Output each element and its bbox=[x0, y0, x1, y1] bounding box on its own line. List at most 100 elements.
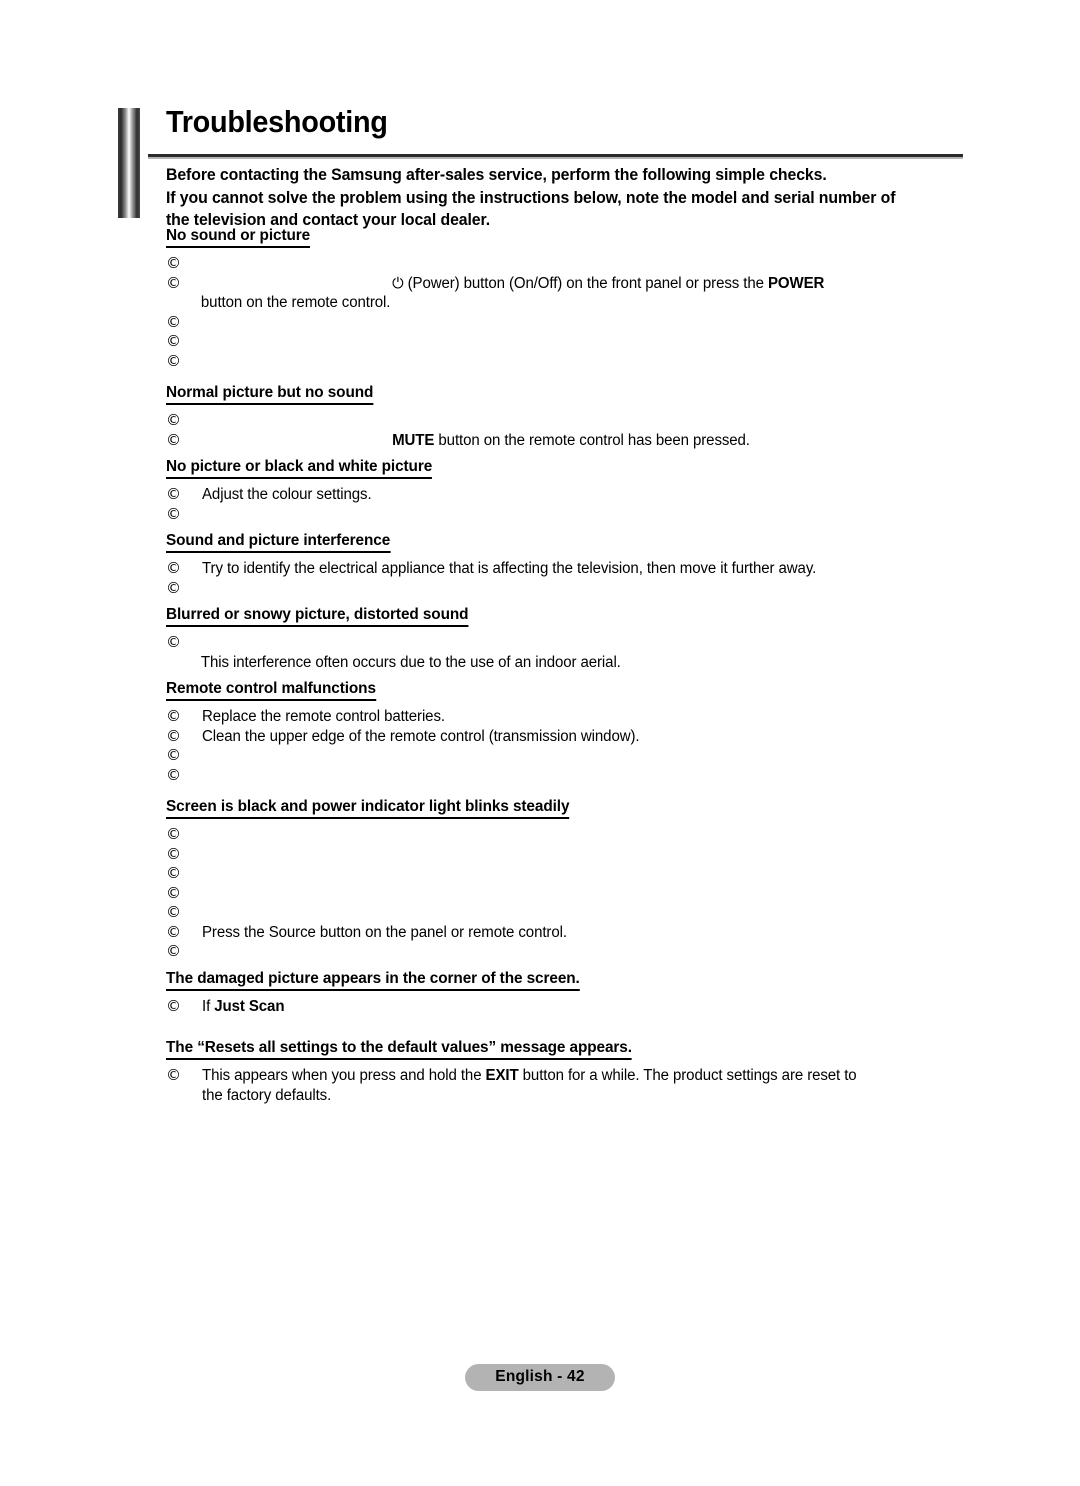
list-item: © Adjust the colour settings. bbox=[166, 485, 966, 505]
section-resets-message: The “Resets all settings to the default … bbox=[166, 1038, 966, 1105]
bullet-icon: © bbox=[166, 844, 181, 863]
bullet-icon: © bbox=[166, 864, 181, 882]
list-item-text bbox=[202, 633, 943, 653]
list-item-text bbox=[202, 825, 943, 845]
list-item: © bbox=[166, 313, 966, 333]
section-heading: The damaged picture appears in the corne… bbox=[166, 969, 580, 991]
bullet-icon: © bbox=[166, 254, 181, 272]
mute-keyword: MUTE bbox=[392, 431, 435, 449]
list-item-text bbox=[202, 313, 943, 333]
section-heading: Remote control malfunctions bbox=[166, 679, 376, 701]
intro-paragraph: Before contacting the Samsung after-sale… bbox=[166, 164, 934, 232]
list-item-text: This appears when you press and hold the… bbox=[202, 1066, 943, 1105]
section-remote-control-malfunctions: Remote control malfunctions © Replace th… bbox=[166, 679, 966, 785]
page-title: Troubleshooting bbox=[166, 104, 388, 139]
list-item-text: Clean the upper edge of the remote contr… bbox=[202, 727, 640, 745]
list-item: © bbox=[166, 884, 966, 904]
section-no-sound-or-picture: No sound or picture © © ⏻ (Power) button… bbox=[166, 226, 966, 371]
list-item: © Clean the upper edge of the remote con… bbox=[166, 727, 966, 747]
list-item-text: Adjust the colour settings. bbox=[202, 486, 372, 503]
section-body: © Replace the remote control batteries. … bbox=[166, 707, 966, 785]
list-item: © bbox=[166, 864, 966, 884]
section-heading: The “Resets all settings to the default … bbox=[166, 1038, 632, 1060]
list-item-text bbox=[202, 505, 943, 525]
document-page: Troubleshooting Before contacting the Sa… bbox=[0, 0, 1080, 1486]
bullet-icon: © bbox=[166, 726, 181, 745]
bullet-icon: © bbox=[166, 903, 181, 921]
section-body: © Adjust the colour settings. © bbox=[166, 485, 966, 524]
list-item: © bbox=[166, 352, 966, 372]
power-line-continuation: button on the remote control. bbox=[200, 294, 391, 311]
bullet-icon: © bbox=[166, 332, 181, 350]
list-item-text bbox=[202, 864, 943, 884]
mute-line-text: button on the remote control has been pr… bbox=[434, 431, 750, 449]
troubleshooting-content: No sound or picture © © ⏻ (Power) button… bbox=[166, 226, 966, 1105]
section-heading: Screen is black and power indicator ligh… bbox=[166, 797, 569, 819]
list-item-text: MUTE button on the remote control has be… bbox=[202, 431, 943, 451]
reset-text-line2: the factory defaults. bbox=[202, 1086, 332, 1104]
list-item-text bbox=[202, 884, 943, 904]
bullet-icon: © bbox=[166, 273, 181, 292]
list-item-text: ⏻ (Power) button (On/Off) on the front p… bbox=[202, 274, 943, 294]
list-item-text bbox=[202, 411, 943, 431]
bullet-icon: © bbox=[166, 825, 181, 843]
just-scan-prefix: If bbox=[202, 997, 215, 1015]
list-item-text bbox=[202, 332, 943, 352]
intro-line-2: If you cannot solve the problem using th… bbox=[166, 188, 896, 207]
section-body: © This interference often occurs due to … bbox=[166, 633, 966, 672]
bullet-icon: © bbox=[166, 707, 181, 725]
list-item-text: Try to identify the electrical appliance… bbox=[202, 560, 817, 577]
bullet-icon: © bbox=[166, 504, 181, 523]
bullet-icon: © bbox=[166, 746, 181, 764]
list-item: © bbox=[166, 254, 966, 274]
section-normal-picture-no-sound: Normal picture but no sound © © MUTE but… bbox=[166, 383, 966, 450]
power-line-text: (Power) button (On/Off) on the front pan… bbox=[403, 274, 768, 292]
list-item-text: If Just Scan bbox=[202, 997, 943, 1017]
section-body: © If Just Scan bbox=[166, 997, 966, 1017]
list-item-text: Replace the remote control batteries. bbox=[202, 708, 445, 725]
list-item-power: © ⏻ (Power) button (On/Off) on the front… bbox=[166, 274, 966, 294]
list-item: © Replace the remote control batteries. bbox=[166, 707, 966, 727]
list-item-just-scan: © If Just Scan bbox=[166, 997, 966, 1017]
section-sound-picture-interference: Sound and picture interference © Try to … bbox=[166, 531, 966, 598]
bullet-icon: © bbox=[166, 578, 181, 597]
bullet-icon: © bbox=[166, 942, 181, 960]
power-keyword: POWER bbox=[767, 274, 825, 292]
section-screen-black-blinks: Screen is black and power indicator ligh… bbox=[166, 797, 966, 962]
reset-text-a: This appears when you press and hold the bbox=[202, 1067, 486, 1084]
bullet-icon: © bbox=[166, 765, 181, 784]
section-body: © This appears when you press and hold t… bbox=[166, 1066, 966, 1105]
bullet-icon: © bbox=[166, 430, 181, 449]
list-item: © bbox=[166, 903, 966, 923]
list-item-text bbox=[202, 746, 943, 766]
list-item-text bbox=[202, 942, 943, 962]
bullet-icon: © bbox=[166, 996, 181, 1015]
section-damaged-picture-corner: The damaged picture appears in the corne… bbox=[166, 969, 966, 1017]
bullet-icon: © bbox=[166, 312, 181, 331]
bullet-icon: © bbox=[166, 351, 181, 370]
section-heading: No sound or picture bbox=[166, 226, 310, 248]
list-item: © bbox=[166, 505, 966, 525]
section-body: © © MUTE button on the remote control ha… bbox=[166, 411, 966, 450]
section-blurred-snowy-picture: Blurred or snowy picture, distorted soun… bbox=[166, 605, 966, 672]
bullet-icon: © bbox=[166, 411, 181, 429]
section-heading: Normal picture but no sound bbox=[166, 383, 373, 405]
list-item-mute: © MUTE button on the remote control has … bbox=[166, 431, 966, 451]
section-heading: Blurred or snowy picture, distorted soun… bbox=[166, 605, 469, 627]
reset-text-c: button for a while. The product settings… bbox=[518, 1067, 857, 1084]
list-item-text bbox=[202, 766, 943, 786]
section-body: © © © © © © Press the Source button on t… bbox=[166, 825, 966, 962]
title-accent-bar bbox=[118, 108, 140, 218]
list-item: © bbox=[166, 332, 966, 352]
list-item-text bbox=[202, 845, 943, 865]
list-item: © bbox=[166, 825, 966, 845]
list-item: © bbox=[166, 746, 966, 766]
bullet-icon: © bbox=[166, 559, 181, 577]
